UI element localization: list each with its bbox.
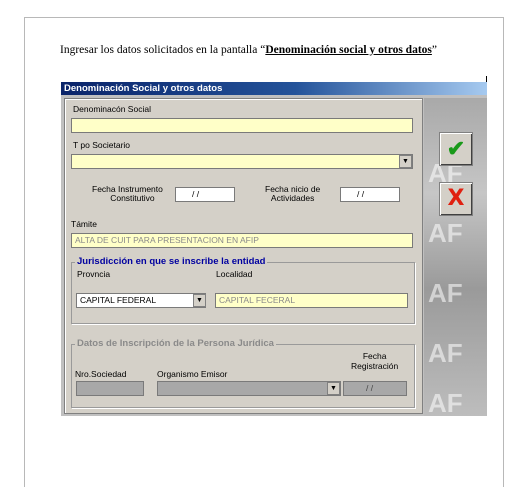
provincia-label: Provncia [77, 269, 111, 279]
fecha-registracion-label-line2: Registración [351, 361, 399, 371]
afip-watermark: AF [428, 278, 463, 308]
instruction-prefix: Ingresar los datos solicitados en la pan… [60, 44, 266, 56]
chevron-down-icon[interactable]: ▼ [399, 155, 412, 168]
denominacion-label: Denominacón Social [73, 104, 151, 114]
fecha-instrumento-input[interactable]: / / [175, 187, 235, 202]
fecha-inicio-input[interactable]: / / [340, 187, 400, 202]
tipo-societario-label: T po Societario [73, 140, 131, 150]
fecha-inicio-label-line2: Actividades [270, 193, 315, 203]
chevron-down-icon[interactable]: ▼ [193, 294, 206, 307]
tramite-label: Támite [71, 219, 97, 229]
tipo-societario-select[interactable] [71, 154, 413, 169]
organismo-label: Organismo Emisor [157, 369, 228, 379]
nro-sociedad-input [76, 381, 144, 396]
instruction-suffix: ” [431, 44, 437, 56]
instruction-text: Ingresar los datos solicitados en la pan… [60, 44, 437, 56]
afip-watermark: AF [428, 218, 463, 248]
jurisdiccion-title: Jurisdicción en que se inscribe la entid… [75, 256, 268, 267]
inscripcion-title: Datos de Inscripción de la Persona Juríd… [75, 338, 276, 349]
fecha-instrumento-label-line2: Constitutivo [110, 193, 155, 203]
nro-sociedad-label: Nro.Sociedad [75, 369, 127, 379]
denominacion-input[interactable] [71, 118, 413, 133]
afip-watermark: AF [428, 338, 463, 368]
localidad-label: Localidad [216, 269, 253, 279]
organismo-select [157, 381, 341, 396]
tramite-input: ALTA DE CUIT PARA PRESENTACION EN AFIP [71, 233, 413, 248]
instruction-emphasis: Denominación social y otros datos [265, 44, 432, 56]
fecha-inicio-label: Fecha nicio de Actividades [265, 185, 320, 203]
fecha-registracion-input: / / [343, 381, 407, 396]
dialog-window: Denominación Social y otros datos Denomi… [61, 82, 487, 416]
provincia-select[interactable]: CAPITAL FEDERAL [76, 293, 206, 308]
fecha-registracion-label-line1: Fecha [362, 351, 387, 361]
x-icon[interactable]: X [439, 182, 473, 216]
afip-watermark: AF [428, 388, 463, 416]
side-panel: AF AF AF AF AF ✔ X [424, 98, 487, 416]
localidad-input: CAPITAL FECERAL [215, 293, 408, 308]
fecha-instrumento-label: Fecha Instrumento Constitutivo [92, 185, 163, 203]
fecha-registracion-label: Fecha Registración [351, 351, 398, 371]
form-panel: Denominacón Social T po Societario ▼ Fec… [64, 98, 423, 414]
check-icon[interactable]: ✔ [439, 132, 473, 166]
chevron-down-icon: ▼ [327, 382, 340, 395]
dialog-title: Denominación Social y otros datos [61, 82, 487, 95]
